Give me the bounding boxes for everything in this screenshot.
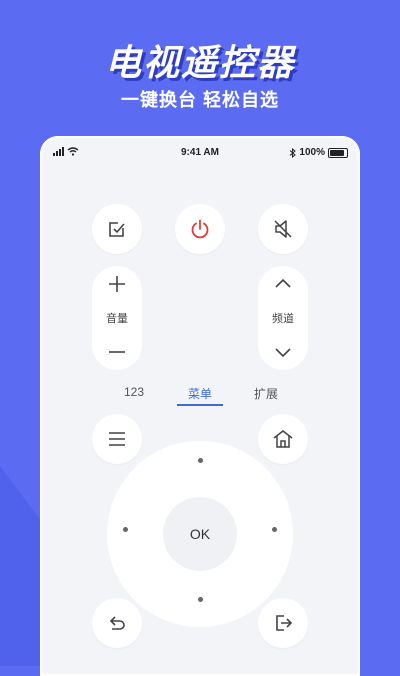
exit-icon <box>276 615 293 631</box>
back-icon <box>109 616 125 630</box>
mute-icon <box>274 220 292 238</box>
volume-label: 音量 <box>106 313 128 325</box>
dpad-left[interactable] <box>123 527 128 532</box>
mute-button[interactable] <box>258 204 308 254</box>
power-icon <box>191 219 209 239</box>
mode-tabs: 123 菜单 扩展 <box>40 385 360 409</box>
ok-button[interactable]: OK <box>163 497 237 571</box>
back-button[interactable] <box>92 598 142 648</box>
checkbox-icon <box>109 222 125 237</box>
status-bar: 9:41 AM 100% <box>40 146 360 160</box>
channel-label: 频道 <box>272 313 294 325</box>
bluetooth-icon <box>290 147 297 158</box>
dpad-up[interactable] <box>198 458 203 463</box>
battery-percent: 100% <box>299 147 325 158</box>
input-source-button[interactable] <box>92 204 142 254</box>
menu-button[interactable] <box>92 414 142 464</box>
home-icon <box>273 430 293 448</box>
dpad-down[interactable] <box>198 597 203 602</box>
power-button[interactable] <box>175 204 225 254</box>
channel-down-button[interactable] <box>273 342 293 362</box>
hero-subtitle: 一键换台 轻松自选 <box>120 90 279 110</box>
dpad-right[interactable] <box>272 527 277 532</box>
tab-extend[interactable]: 扩展 <box>236 385 296 402</box>
direction-pad: OK <box>107 441 293 627</box>
hero-title: 电视遥控器 <box>104 42 295 83</box>
battery-icon <box>328 147 348 158</box>
status-right: 100% <box>289 147 348 158</box>
channel-up-button[interactable] <box>273 274 293 294</box>
volume-control: 音量 <box>92 266 142 370</box>
active-tab-indicator <box>177 404 223 406</box>
phone-mockup: 9:41 AM 100% 音量 频道 123 菜单 扩展 OK <box>40 136 360 676</box>
channel-control: 频道 <box>258 266 308 370</box>
tab-menu[interactable]: 菜单 <box>170 385 230 402</box>
tab-123[interactable]: 123 <box>104 385 164 399</box>
menu-icon <box>109 432 125 446</box>
home-button[interactable] <box>258 414 308 464</box>
exit-button[interactable] <box>258 598 308 648</box>
volume-up-button[interactable] <box>107 274 127 294</box>
volume-down-button[interactable] <box>107 342 127 362</box>
